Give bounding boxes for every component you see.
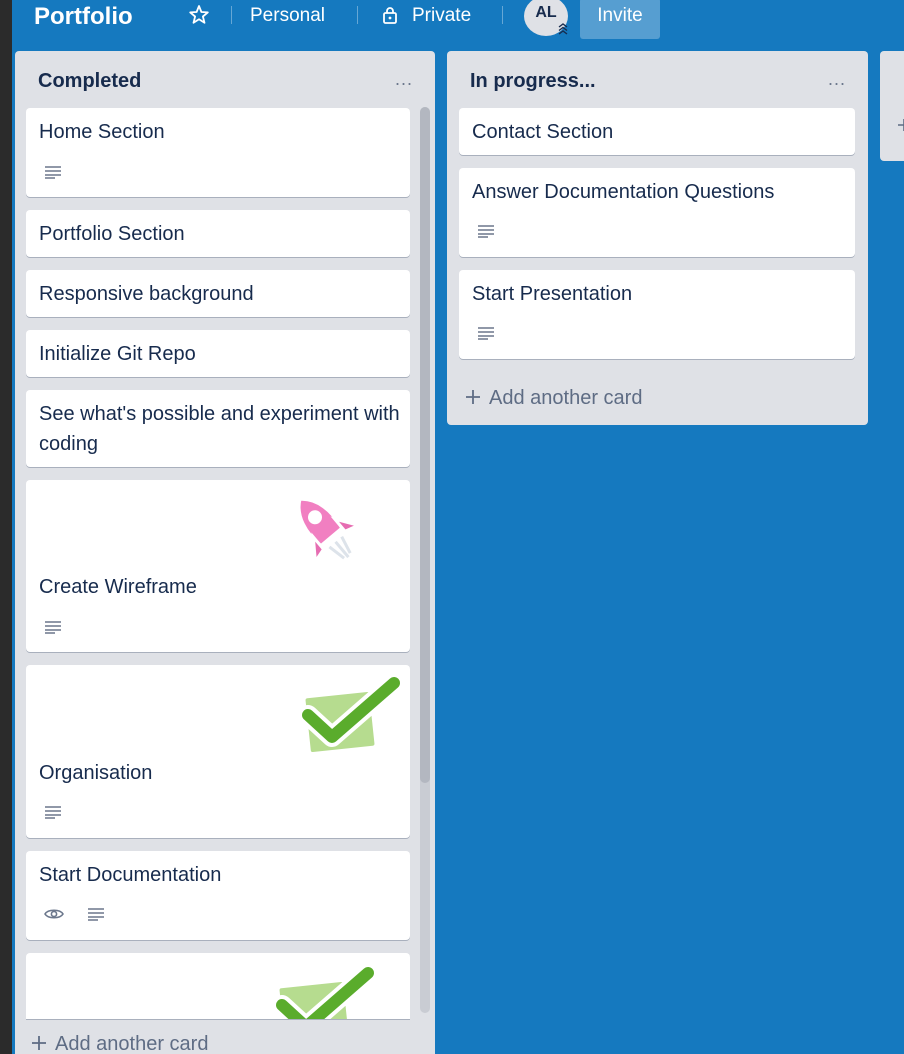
list-scrollbar-thumb[interactable]: [420, 107, 430, 783]
description-icon: [478, 327, 494, 340]
add-card-label: Add another card: [489, 387, 643, 409]
card-title: Create Wireframe: [39, 576, 197, 598]
card[interactable]: [26, 953, 410, 1019]
card-title: Portfolio Section: [39, 223, 185, 245]
star-icon[interactable]: [188, 2, 210, 28]
card[interactable]: See what's possible and experiment with …: [26, 390, 410, 467]
card-title: Responsive background: [39, 283, 254, 305]
description-icon: [45, 621, 61, 634]
card-title: Answer Documentation Questions: [472, 181, 775, 203]
admin-badge-icon: [558, 23, 568, 35]
card[interactable]: Answer Documentation Questions: [459, 168, 855, 257]
header-separator: [231, 6, 232, 24]
board-title[interactable]: Portfolio: [34, 0, 133, 37]
board-header: Portfolio Personal Private AL Invite: [12, 0, 904, 40]
list-menu-button[interactable]: ...: [395, 69, 413, 90]
card-title: Contact Section: [472, 121, 614, 143]
card[interactable]: Create Wireframe: [26, 480, 410, 652]
card-title: Initialize Git Repo: [39, 343, 196, 365]
header-separator: [502, 6, 503, 24]
card[interactable]: Organisation: [26, 665, 410, 838]
list-title[interactable]: Completed: [38, 70, 141, 93]
card[interactable]: Start Documentation: [26, 851, 410, 940]
add-card-button[interactable]: Add another card: [31, 1031, 208, 1054]
card-title: Home Section: [39, 121, 165, 143]
add-list-panel[interactable]: [880, 51, 904, 161]
check-sticker: [298, 675, 402, 756]
card-title: See what's possible and experiment with …: [39, 403, 400, 455]
add-card-button[interactable]: Add another card: [465, 385, 642, 411]
invite-button[interactable]: Invite: [580, 0, 660, 39]
list-title[interactable]: In progress...: [470, 70, 596, 93]
plus-icon: [898, 119, 904, 131]
add-card-label: Add another card: [55, 1033, 209, 1054]
list-header: Completed ...: [15, 51, 435, 109]
description-icon: [88, 908, 104, 921]
team-button[interactable]: Personal: [250, 0, 325, 32]
check-sticker: [272, 965, 376, 1019]
description-icon: [45, 166, 61, 179]
card-title: Start Documentation: [39, 864, 222, 886]
card[interactable]: Responsive background: [26, 270, 410, 317]
description-icon: [45, 806, 61, 819]
list-in-progress: In progress... ... Contact Section Answe…: [447, 51, 868, 425]
list-header: In progress... ...: [447, 51, 868, 109]
card[interactable]: Start Presentation: [459, 270, 855, 359]
card[interactable]: Portfolio Section: [26, 210, 410, 257]
card-title: Organisation: [39, 762, 153, 784]
header-separator: [357, 6, 358, 24]
description-icon: [478, 225, 494, 238]
list-menu-button[interactable]: ...: [828, 69, 846, 90]
watch-icon: [44, 909, 64, 919]
lock-icon: [383, 7, 397, 24]
visibility-button[interactable]: Private: [412, 0, 471, 32]
list-completed: Completed ... Home Section Portfolio Sec…: [15, 51, 435, 1054]
card[interactable]: Home Section: [26, 108, 410, 197]
board: Portfolio Personal Private AL Invite Com…: [12, 0, 904, 1054]
card[interactable]: Initialize Git Repo: [26, 330, 410, 377]
rocket-sticker: [296, 496, 363, 566]
plus-icon: [32, 1036, 46, 1050]
card-title: Start Presentation: [472, 283, 633, 305]
plus-icon: [466, 390, 480, 404]
card[interactable]: Contact Section: [459, 108, 855, 155]
